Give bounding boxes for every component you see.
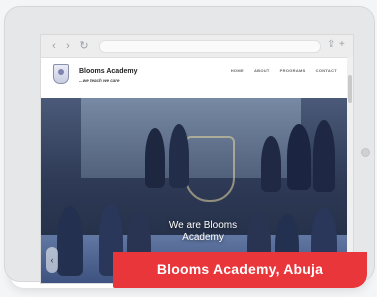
back-icon[interactable]: ‹ <box>47 39 61 53</box>
site-header: Blooms Academy ...we teach we care HOME … <box>41 58 353 99</box>
page-scrollbar[interactable] <box>347 57 353 283</box>
hero-headline: We are Blooms Academy <box>141 220 265 244</box>
caption-label: Blooms Academy, Abuja <box>156 261 324 277</box>
nav-item-about[interactable]: ABOUT <box>254 68 270 73</box>
student-figure <box>169 124 189 188</box>
browser-toolbar: ‹ › ↻ ⇪ + <box>41 35 353 58</box>
scrollbar-thumb[interactable] <box>348 75 352 103</box>
tablet-home-button <box>361 148 370 157</box>
student-figure <box>57 206 83 276</box>
browser-window: ‹ › ↻ ⇪ + Blooms Academy ...we teach we … <box>40 34 354 284</box>
reload-icon[interactable]: ↻ <box>77 39 91 53</box>
school-crest-logo[interactable] <box>53 64 69 84</box>
site-motto: ...we teach we care <box>79 78 120 83</box>
student-figure <box>287 124 311 190</box>
hero-crest-emblem <box>185 136 235 202</box>
share-icon[interactable]: ⇪ <box>327 39 335 50</box>
nav-item-programs[interactable]: PROGRAMS <box>280 68 306 73</box>
caption-banner: Blooms Academy, Abuja <box>113 252 367 288</box>
address-bar[interactable] <box>99 40 321 53</box>
nav-item-contact[interactable]: CONTACT <box>316 68 337 73</box>
main-nav: HOME ABOUT PROGRAMS CONTACT <box>231 68 337 73</box>
student-figure <box>145 128 165 188</box>
hero-headline-line2: Academy <box>182 232 224 243</box>
hero-headline-line1: We are Blooms <box>168 220 238 231</box>
nav-item-home[interactable]: HOME <box>231 68 244 73</box>
chevron-left-icon[interactable]: ‹ <box>46 247 58 273</box>
student-figure <box>313 120 335 192</box>
site-title[interactable]: Blooms Academy <box>79 68 137 75</box>
new-tab-icon[interactable]: + <box>339 39 345 50</box>
forward-icon[interactable]: › <box>61 39 75 53</box>
student-figure <box>261 136 281 192</box>
